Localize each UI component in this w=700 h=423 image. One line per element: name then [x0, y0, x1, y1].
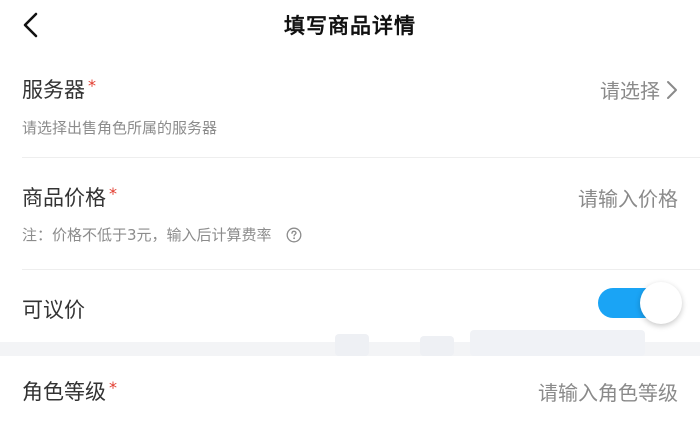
role-level-input[interactable]: 请输入角色等级 — [538, 377, 678, 406]
toggle-knob — [640, 282, 682, 324]
role-level-row: 角色等级 * 请输入角色等级 — [0, 356, 700, 423]
server-select-value: 请选择 — [600, 79, 660, 103]
negotiable-toggle[interactable] — [598, 282, 682, 324]
price-input[interactable]: 请输入价格 — [578, 183, 678, 212]
price-row: 商品价格 * 请输入价格 注：价格不低于3元，输入后计算费率 — [0, 158, 700, 270]
server-label: 服务器 * — [22, 74, 96, 104]
required-mark: * — [109, 184, 117, 203]
price-hint: 注：价格不低于3元，输入后计算费率 — [22, 224, 302, 247]
role-level-label: 角色等级 * — [22, 376, 117, 406]
page: 填写商品详情 服务器 * 请选择 请选择出售角色所属的服务器 商品价格 * 请输入价… — [0, 0, 700, 423]
negotiable-label: 可议价 — [22, 298, 85, 322]
watermark — [420, 336, 454, 356]
watermark — [335, 334, 369, 356]
server-label-text: 服务器 — [22, 78, 85, 102]
price-hint-text: 注：价格不低于3元，输入后计算费率 — [22, 226, 272, 244]
watermark — [470, 330, 645, 356]
question-circle-icon[interactable] — [286, 227, 302, 247]
top-nav-bar: 填写商品详情 — [0, 0, 700, 54]
page-title: 填写商品详情 — [284, 14, 416, 38]
required-mark: * — [109, 378, 117, 397]
chevron-right-icon — [666, 80, 678, 105]
server-select[interactable]: 请选择 — [600, 75, 678, 105]
server-row[interactable]: 服务器 * 请选择 请选择出售角色所属的服务器 — [0, 54, 700, 158]
role-level-label-text: 角色等级 — [22, 380, 106, 404]
price-label-text: 商品价格 — [22, 186, 106, 210]
price-label: 商品价格 * — [22, 182, 117, 212]
required-mark: * — [88, 76, 96, 95]
server-hint: 请选择出售角色所属的服务器 — [22, 119, 218, 137]
